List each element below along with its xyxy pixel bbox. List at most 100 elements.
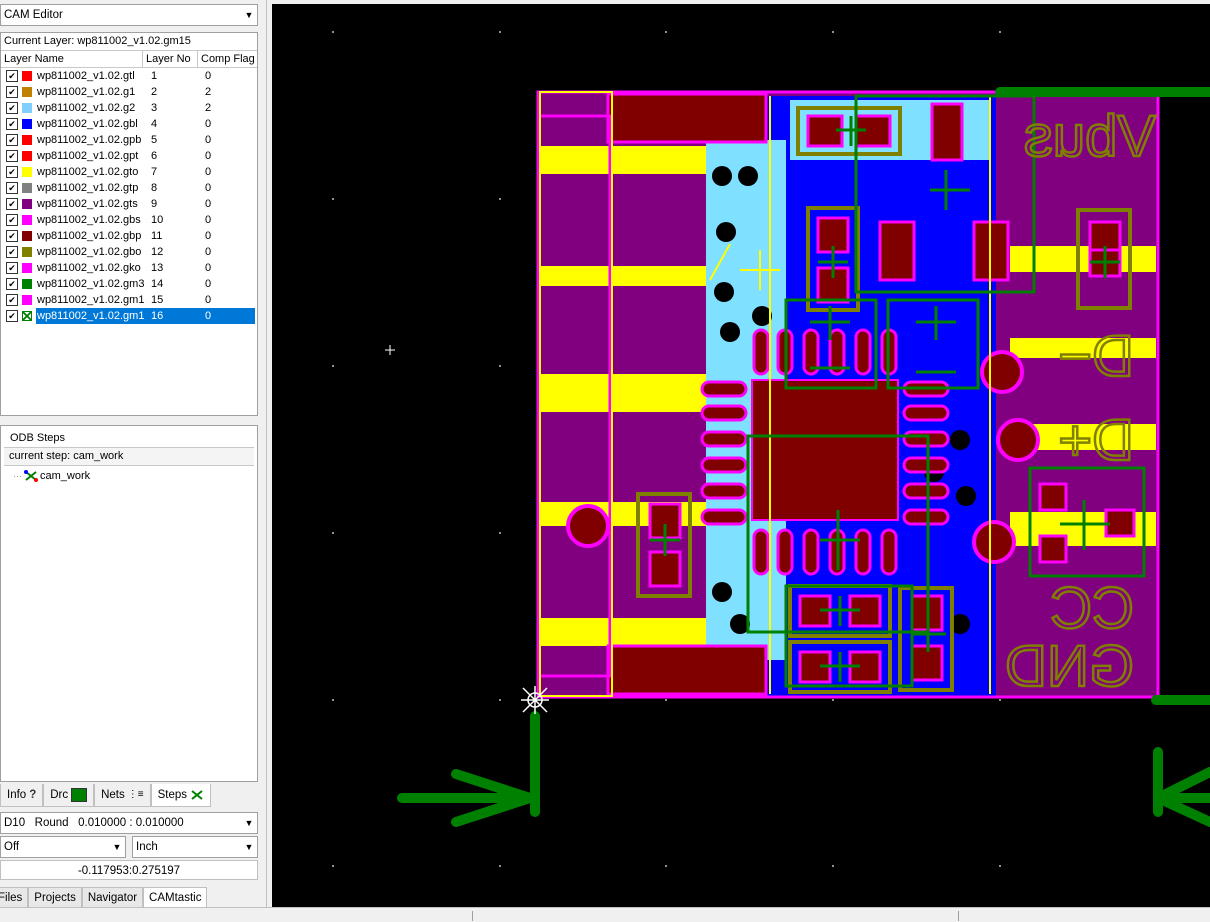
layer-list: Current Layer: wp811002_v1.02.gm15 Layer…: [0, 32, 258, 416]
step-icon: [24, 470, 38, 482]
layer-row[interactable]: ✔ wp811002_v1.02.gko 13 0: [1, 260, 257, 276]
col-layer-name[interactable]: Layer Name: [1, 51, 143, 67]
layer-list-header: Layer Name Layer No Comp Flag: [1, 51, 257, 68]
layer-visible-checkbox[interactable]: ✔: [6, 86, 18, 98]
panel-tabs: Info ? Drc Nets ⋮≡ Steps: [0, 784, 212, 807]
layer-color-swatch[interactable]: [22, 231, 32, 241]
layer-number: 11: [151, 230, 163, 242]
col-comp-flag[interactable]: Comp Flag: [198, 51, 257, 67]
tab-drc[interactable]: Drc: [43, 784, 95, 807]
editor-select-value: CAM Editor: [4, 9, 63, 21]
layer-comp-flag: 0: [205, 166, 212, 178]
layer-color-swatch[interactable]: [22, 199, 32, 209]
layer-row[interactable]: ✔ wp811002_v1.02.gm1 16 0: [1, 308, 257, 324]
layer-name: wp811002_v1.02.g1: [37, 86, 136, 98]
layer-visible-checkbox[interactable]: ✔: [6, 182, 18, 194]
layer-number: 1: [151, 70, 158, 82]
tab-info[interactable]: Info ?: [0, 784, 44, 807]
chevron-down-icon[interactable]: ▼: [241, 5, 257, 25]
layer-color-swatch[interactable]: [22, 135, 32, 145]
layer-color-swatch[interactable]: [22, 119, 32, 129]
layer-color-swatch[interactable]: [22, 263, 32, 273]
silk-dminus: D−: [1058, 324, 1134, 389]
layer-visible-checkbox[interactable]: ✔: [6, 134, 18, 146]
layer-name: wp811002_v1.02.gts: [37, 198, 138, 210]
layer-color-swatch[interactable]: [22, 279, 32, 289]
layer-visible-checkbox[interactable]: ✔: [6, 214, 18, 226]
layer-visible-checkbox[interactable]: ✔: [6, 246, 18, 258]
chevron-down-icon[interactable]: ▼: [241, 813, 257, 833]
layer-comp-flag: 0: [205, 246, 212, 258]
layer-color-swatch[interactable]: [22, 247, 32, 257]
tab-files[interactable]: Files: [0, 887, 29, 909]
left-panel: CAM Editor ▼ Current Layer: wp811002_v1.…: [0, 0, 266, 921]
layer-color-swatch[interactable]: [22, 295, 32, 305]
layer-row[interactable]: ✔ wp811002_v1.02.g2 3 2: [1, 100, 257, 116]
chevron-down-icon[interactable]: ▼: [241, 837, 257, 857]
layer-row[interactable]: ✔ wp811002_v1.02.g1 2 2: [1, 84, 257, 100]
layer-visible-checkbox[interactable]: ✔: [6, 310, 18, 322]
layer-visible-checkbox[interactable]: ✔: [6, 166, 18, 178]
layer-color-swatch[interactable]: [22, 103, 32, 113]
layer-row[interactable]: ✔ wp811002_v1.02.gpt 6 0: [1, 148, 257, 164]
step-item-cam-work[interactable]: ··· cam_work: [13, 470, 90, 482]
layer-name: wp811002_v1.02.gko: [37, 262, 141, 274]
layer-row[interactable]: ✔ wp811002_v1.02.gbo 12 0: [1, 244, 257, 260]
layer-number: 15: [151, 294, 164, 306]
layer-comp-flag: 2: [205, 86, 212, 98]
nets-icon: ⋮≡: [127, 789, 144, 800]
layer-comp-flag: 0: [205, 198, 212, 210]
chevron-down-icon[interactable]: ▼: [109, 837, 125, 857]
tab-camtastic[interactable]: CAMtastic: [143, 887, 208, 909]
layer-name: wp811002_v1.02.gbp: [37, 230, 142, 242]
tab-navigator[interactable]: Navigator: [81, 887, 144, 909]
units-select[interactable]: Inch ▼: [132, 836, 258, 858]
layer-visible-checkbox[interactable]: ✔: [6, 262, 18, 274]
layer-row[interactable]: ✔ wp811002_v1.02.gts 9 0: [1, 196, 257, 212]
layer-row[interactable]: ✔ wp811002_v1.02.gm1 15 0: [1, 292, 257, 308]
layer-color-swatch[interactable]: [22, 167, 32, 177]
layer-number: 9: [151, 198, 158, 210]
layer-color-swatch[interactable]: [22, 215, 32, 225]
layer-visible-checkbox[interactable]: ✔: [6, 278, 18, 290]
tab-steps[interactable]: Steps: [150, 784, 212, 807]
layer-visible-checkbox[interactable]: ✔: [6, 102, 18, 114]
odb-steps-panel: ODB Steps current step: cam_work ··· cam…: [0, 425, 258, 782]
layer-name: wp811002_v1.02.gbs: [37, 214, 141, 226]
layer-name: wp811002_v1.02.gm1: [37, 294, 145, 306]
layer-visible-checkbox[interactable]: ✔: [6, 118, 18, 130]
tab-nets[interactable]: Nets ⋮≡: [94, 784, 151, 807]
silk-cc: CC: [1050, 576, 1134, 641]
col-layer-no[interactable]: Layer No: [143, 51, 198, 67]
layer-visible-checkbox[interactable]: ✔: [6, 230, 18, 242]
editor-select[interactable]: CAM Editor ▼: [0, 4, 258, 26]
layer-visible-checkbox[interactable]: ✔: [6, 294, 18, 306]
aperture-select[interactable]: D10 Round 0.010000 : 0.010000 ▼: [0, 812, 258, 834]
layer-row[interactable]: ✔ wp811002_v1.02.gbp 11 0: [1, 228, 257, 244]
layer-name: wp811002_v1.02.gbl: [37, 118, 138, 130]
layer-row[interactable]: ✔ wp811002_v1.02.gbs 10 0: [1, 212, 257, 228]
layer-name: wp811002_v1.02.g2: [37, 102, 136, 114]
layer-name: wp811002_v1.02.gpt: [37, 150, 139, 162]
layer-visible-checkbox[interactable]: ✔: [6, 70, 18, 82]
layer-row[interactable]: ✔ wp811002_v1.02.gpb 5 0: [1, 132, 257, 148]
layer-visible-checkbox[interactable]: ✔: [6, 150, 18, 162]
layer-color-swatch[interactable]: [22, 151, 32, 161]
layer-color-swatch[interactable]: [22, 87, 32, 97]
layer-color-swatch[interactable]: [22, 311, 32, 321]
layer-row[interactable]: ✔ wp811002_v1.02.gtp 8 0: [1, 180, 257, 196]
tab-projects[interactable]: Projects: [28, 887, 82, 909]
layer-color-swatch[interactable]: [22, 183, 32, 193]
layer-number: 8: [151, 182, 158, 194]
snap-select[interactable]: Off ▼: [0, 836, 126, 858]
layer-row[interactable]: ✔ wp811002_v1.02.gbl 4 0: [1, 116, 257, 132]
layer-row[interactable]: ✔ wp811002_v1.02.gtl 1 0: [1, 68, 257, 84]
pcb-canvas[interactable]: Vbus D− D+ CC GND: [272, 4, 1210, 907]
layer-comp-flag: 0: [205, 70, 212, 82]
layer-row[interactable]: ✔ wp811002_v1.02.gm3 14 0: [1, 276, 257, 292]
layer-name: wp811002_v1.02.gtp: [37, 182, 139, 194]
layer-visible-checkbox[interactable]: ✔: [6, 198, 18, 210]
layer-color-swatch[interactable]: [22, 71, 32, 81]
tab-info-label: Info: [7, 789, 27, 801]
layer-row[interactable]: ✔ wp811002_v1.02.gto 7 0: [1, 164, 257, 180]
